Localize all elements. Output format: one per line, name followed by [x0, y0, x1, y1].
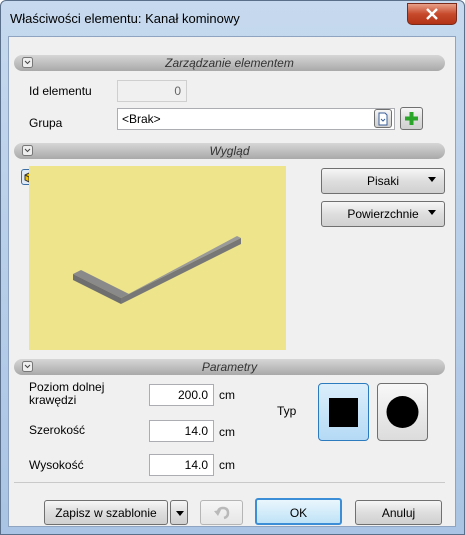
close-icon	[426, 8, 438, 20]
pens-dropdown[interactable]: Pisaki	[321, 168, 445, 194]
section-title: Zarządzanie elementem	[165, 56, 294, 70]
bottom-level-unit: cm	[219, 388, 235, 402]
bottom-level-input[interactable]: 200.0	[149, 384, 214, 406]
save-template-button[interactable]: Zapisz w szablonie	[44, 500, 168, 525]
section-header-params[interactable]: Parametry	[14, 359, 445, 375]
save-template-label: Zapisz w szablonie	[55, 506, 157, 520]
group-value: <Brak>	[122, 112, 161, 126]
undo-icon	[213, 506, 229, 520]
title-bar[interactable]: Właściwości elementu: Kanał kominowy	[1, 1, 464, 37]
height-input[interactable]: 14.0	[149, 454, 214, 476]
undo-button[interactable]	[200, 500, 243, 525]
dropdown-arrow-icon	[176, 511, 184, 516]
add-group-button[interactable]	[400, 107, 423, 130]
footer-divider	[14, 482, 445, 483]
surfaces-label: Powierzchnie	[347, 207, 419, 221]
width-unit: cm	[219, 425, 235, 439]
plus-icon	[405, 112, 418, 125]
window-title: Właściwości elementu: Kanał kominowy	[10, 11, 240, 26]
dropdown-arrow-icon	[428, 210, 436, 215]
ok-label: OK	[289, 506, 308, 520]
type-label: Typ	[277, 404, 297, 418]
round-shape-button[interactable]	[377, 383, 428, 441]
close-button[interactable]	[407, 3, 457, 25]
id-label: Id elementu	[29, 84, 92, 98]
height-unit: cm	[219, 458, 235, 472]
cancel-button[interactable]: Anuluj	[355, 500, 442, 525]
save-template-menu-button[interactable]	[170, 500, 188, 525]
pens-label: Pisaki	[366, 174, 399, 188]
circle-shape-icon	[386, 396, 419, 428]
section-header-appearance[interactable]: Wygląd	[14, 143, 445, 159]
group-field[interactable]: <Brak>	[117, 108, 395, 130]
group-label: Grupa	[29, 116, 63, 130]
section-header-element[interactable]: Zarządzanie elementem	[14, 55, 445, 71]
id-field: 0	[117, 80, 187, 102]
ok-button[interactable]: OK	[255, 498, 342, 525]
height-label: Wysokość	[29, 458, 84, 472]
square-shape-icon	[329, 398, 358, 427]
document-icon	[378, 112, 388, 126]
cancel-label: Anuluj	[381, 506, 416, 520]
square-shape-button[interactable]	[318, 383, 369, 441]
chimney-preview-icon	[73, 236, 241, 304]
width-label: Szerokość	[29, 423, 86, 437]
width-input[interactable]: 14.0	[149, 420, 214, 442]
surfaces-dropdown[interactable]: Powierzchnie	[321, 201, 445, 227]
section-title: Wygląd	[209, 144, 250, 158]
group-browse-button[interactable]	[374, 109, 392, 128]
section-title: Parametry	[201, 360, 258, 374]
bottom-level-label: Poziom dolnej krawędzi	[29, 380, 105, 407]
preview-area[interactable]	[29, 166, 286, 350]
dropdown-arrow-icon	[428, 177, 436, 182]
